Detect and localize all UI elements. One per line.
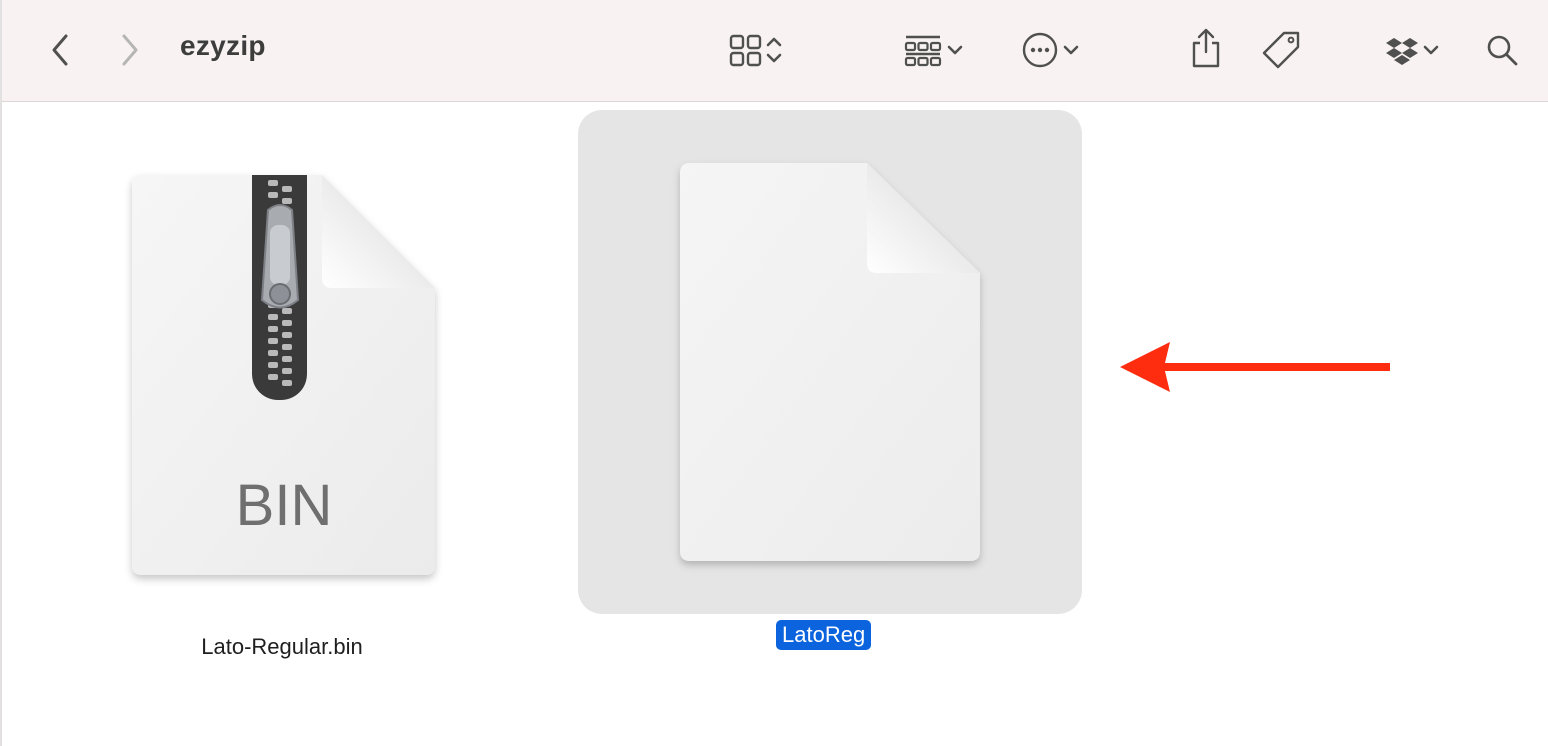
view-mode-button[interactable] (718, 28, 794, 72)
toolbar: ezyzip (2, 0, 1548, 102)
chevron-down-icon (1063, 45, 1079, 55)
chevron-right-icon (122, 34, 138, 66)
group-by-icon (904, 35, 942, 67)
file-name-label[interactable]: Lato-Regular.bin (122, 634, 442, 660)
window-title: ezyzip (180, 30, 266, 61)
red-arrow-left-icon (1120, 342, 1390, 392)
file-item-lato-regular-bin[interactable]: BIN Lato-Regular.bin (122, 170, 452, 670)
share-icon (1192, 28, 1220, 68)
ellipsis-circle-icon (1022, 32, 1058, 68)
share-button[interactable] (1184, 24, 1228, 72)
chevron-left-icon (52, 34, 68, 66)
icon-grid-view-icon (729, 34, 762, 67)
blank-document-icon (680, 163, 980, 561)
zip-archive-document-icon: BIN (132, 175, 435, 575)
file-type-label: BIN (236, 473, 333, 538)
tag-icon (1262, 31, 1300, 69)
file-item-latoreg[interactable]: LatoReg (662, 150, 1002, 660)
chevron-updown-icon (766, 37, 782, 63)
more-actions-button[interactable] (1014, 28, 1088, 72)
chevron-down-icon (1423, 45, 1439, 55)
search-button[interactable] (1480, 28, 1524, 72)
back-button[interactable] (42, 28, 78, 72)
dropbox-button[interactable] (1378, 28, 1448, 72)
search-icon (1487, 35, 1518, 66)
finder-window: ezyzip BIN Lato-Regular.bin LatoReg (0, 0, 1548, 746)
file-name-label-selected[interactable]: LatoReg (776, 620, 872, 650)
group-by-button[interactable] (896, 28, 972, 72)
chevron-down-icon (947, 45, 963, 55)
forward-button[interactable] (112, 28, 148, 72)
tag-button[interactable] (1258, 26, 1306, 74)
dropbox-icon (1386, 38, 1418, 65)
